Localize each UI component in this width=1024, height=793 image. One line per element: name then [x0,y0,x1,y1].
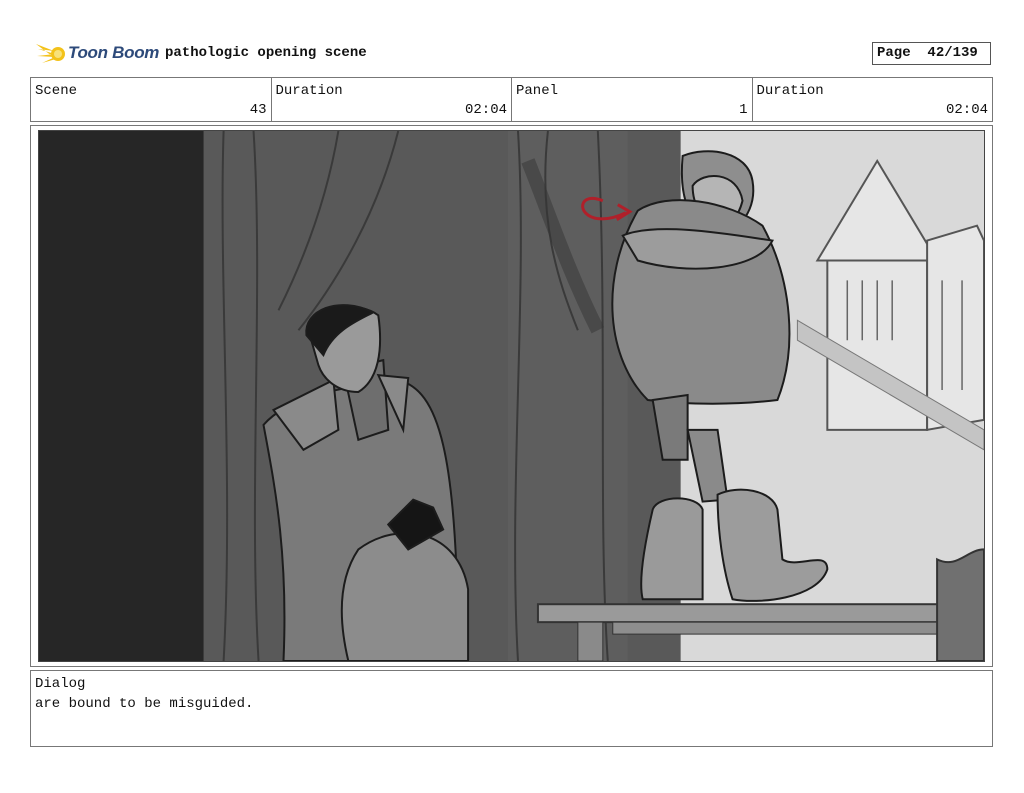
scene-duration-cell: Duration 02:04 [272,78,512,121]
scene-duration-value: 02:04 [464,102,507,118]
panel-value: 1 [739,102,748,118]
panel-cell: Panel 1 [512,78,753,121]
toon-boom-logo: Toon Boom [34,38,160,68]
dialog-label: Dialog [35,676,86,692]
panel-duration-value: 02:04 [945,102,988,118]
storyboard-sketch [39,131,984,661]
panel-duration-cell: Duration 02:04 [753,78,993,121]
scene-cell: Scene 43 [31,78,272,121]
dialog-text: are bound to be misguided. [35,696,254,712]
comet-logo-icon [36,44,65,63]
storyboard-panel-image [38,130,985,662]
dialog-box: Dialog are bound to be misguided. [30,670,993,747]
page-number: 42/139 [927,45,978,61]
page-label: Page [877,45,911,61]
scene-duration-label: Duration [275,83,343,99]
storyboard-meta-row: Scene 43 Duration 02:04 Panel 1 Duration… [30,77,993,122]
document-title: pathologic opening scene [165,45,367,61]
logo-text: Toon Boom [68,43,160,62]
panel-label: Panel [516,83,559,99]
page-indicator: Page 42/139 [872,42,991,65]
scene-label: Scene [35,83,78,99]
scene-value: 43 [249,102,267,118]
panel-duration-label: Duration [756,83,824,99]
